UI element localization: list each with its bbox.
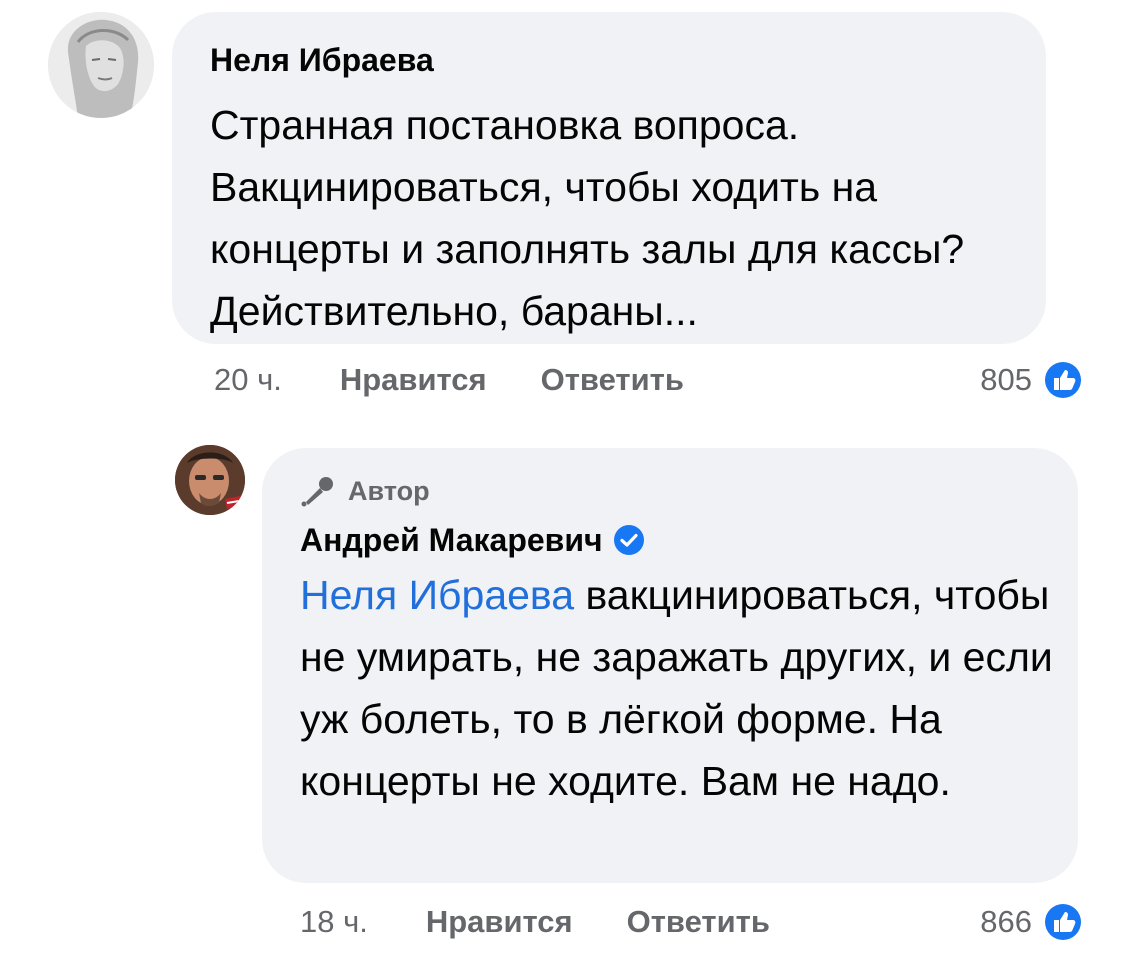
reaction-count-1[interactable]: 805 <box>980 358 1084 402</box>
comment-text: Неля Ибраева вакцинироваться, чтобы не у… <box>300 564 1060 812</box>
author-badge: Автор <box>298 474 1048 508</box>
comment-actions-2: 18 ч. Нравится Ответить <box>300 900 824 944</box>
comment-author-name[interactable]: Неля Ибраева <box>210 40 1012 80</box>
comment-author-name[interactable]: Андрей Макаревич <box>300 520 603 560</box>
reaction-count: 805 <box>980 362 1032 397</box>
avatar-nelya[interactable] <box>48 12 154 118</box>
like-reaction-icon <box>1043 902 1083 942</box>
comment-actions-1: 20 ч. Нравится Ответить <box>214 358 738 402</box>
microphone-icon <box>301 477 333 507</box>
comment-bubble-1: Неля Ибраева Странная постановка вопроса… <box>172 12 1046 344</box>
avatar-photo-image <box>175 445 245 515</box>
avatar-sketch-image <box>48 12 154 118</box>
comment-timestamp[interactable]: 20 ч. <box>214 362 282 398</box>
like-button[interactable]: Нравится <box>426 904 573 940</box>
reply-button[interactable]: Ответить <box>627 904 770 940</box>
mention-link[interactable]: Неля Ибраева <box>300 572 574 618</box>
comment-bubble-2: Автор Андрей Макаревич Неля Ибраева вакц… <box>262 448 1078 883</box>
reaction-count-2[interactable]: 866 <box>980 900 1084 944</box>
verified-badge-icon <box>613 525 644 555</box>
reply-button[interactable]: Ответить <box>541 362 684 398</box>
avatar-andrey[interactable] <box>175 445 245 515</box>
author-badge-label: Автор <box>348 476 430 506</box>
comment-text: Странная постановка вопроса. Вакцинирова… <box>210 102 965 334</box>
reaction-count: 866 <box>980 904 1032 939</box>
like-reaction-icon <box>1043 360 1083 400</box>
comment-timestamp[interactable]: 18 ч. <box>300 904 368 940</box>
like-button[interactable]: Нравится <box>340 362 487 398</box>
